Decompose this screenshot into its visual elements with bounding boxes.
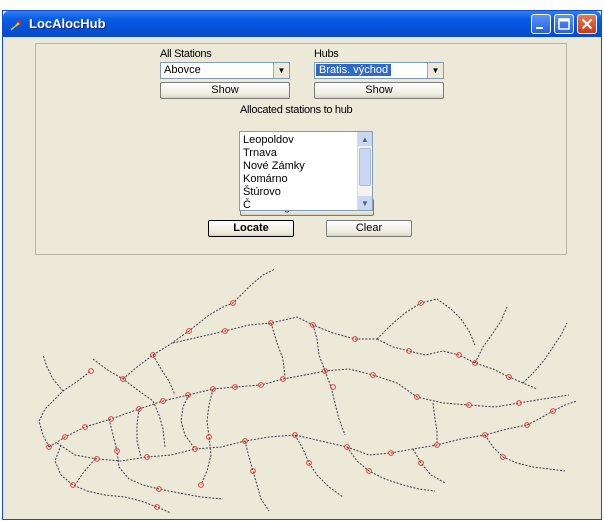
list-item[interactable]: Trnava	[243, 147, 305, 160]
close-icon	[581, 18, 593, 30]
rail-lines	[38, 268, 578, 514]
list-item[interactable]: Leopoldov	[243, 134, 305, 147]
stations-label: All Stations	[160, 48, 212, 60]
app-window: LocAlocHub All Stations Abovce ▼ Show Hu…	[2, 10, 602, 520]
allocated-label: Allocated stations to hub	[240, 104, 353, 116]
app-icon	[10, 19, 22, 31]
scroll-up-icon[interactable]: ▲	[358, 132, 372, 146]
title-bar[interactable]: LocAlocHub	[3, 11, 601, 37]
list-item[interactable]: Nové Zámky	[243, 160, 305, 173]
hubs-combo[interactable]: Bratis. východ ▼	[314, 62, 444, 79]
locate-button[interactable]: Locate	[208, 220, 294, 237]
hubs-show-button[interactable]: Show	[314, 82, 444, 99]
stations-combo[interactable]: Abovce ▼	[160, 62, 290, 79]
hubs-label: Hubs	[314, 48, 339, 60]
list-item[interactable]: Komárno	[243, 173, 305, 186]
maximize-button[interactable]	[554, 14, 574, 34]
list-scrollbar[interactable]: ▲ ▼	[357, 132, 372, 210]
list-item[interactable]: Štúrovo	[243, 186, 305, 199]
chevron-down-icon[interactable]: ▼	[273, 63, 289, 78]
hubs-combo-value: Bratis. východ	[316, 64, 392, 76]
clear-button[interactable]: Clear	[326, 220, 412, 237]
chevron-down-icon[interactable]: ▼	[427, 63, 443, 78]
stations-show-button[interactable]: Show	[160, 82, 290, 99]
window-title: LocAlocHub	[29, 16, 106, 31]
hub-stations	[46, 300, 556, 510]
railway-network-map	[38, 268, 578, 514]
maximize-icon	[558, 18, 570, 30]
minimize-button[interactable]	[531, 14, 551, 34]
minimize-icon	[536, 27, 543, 29]
scroll-down-icon[interactable]: ▼	[358, 196, 372, 210]
stations-combo-value: Abovce	[164, 64, 201, 76]
scroll-thumb[interactable]	[359, 148, 371, 186]
allocated-stations-list[interactable]: Leopoldov Trnava Nové Zámky Komárno Štúr…	[239, 131, 373, 211]
close-button[interactable]	[577, 14, 597, 34]
list-item[interactable]: Č	[243, 199, 305, 210]
